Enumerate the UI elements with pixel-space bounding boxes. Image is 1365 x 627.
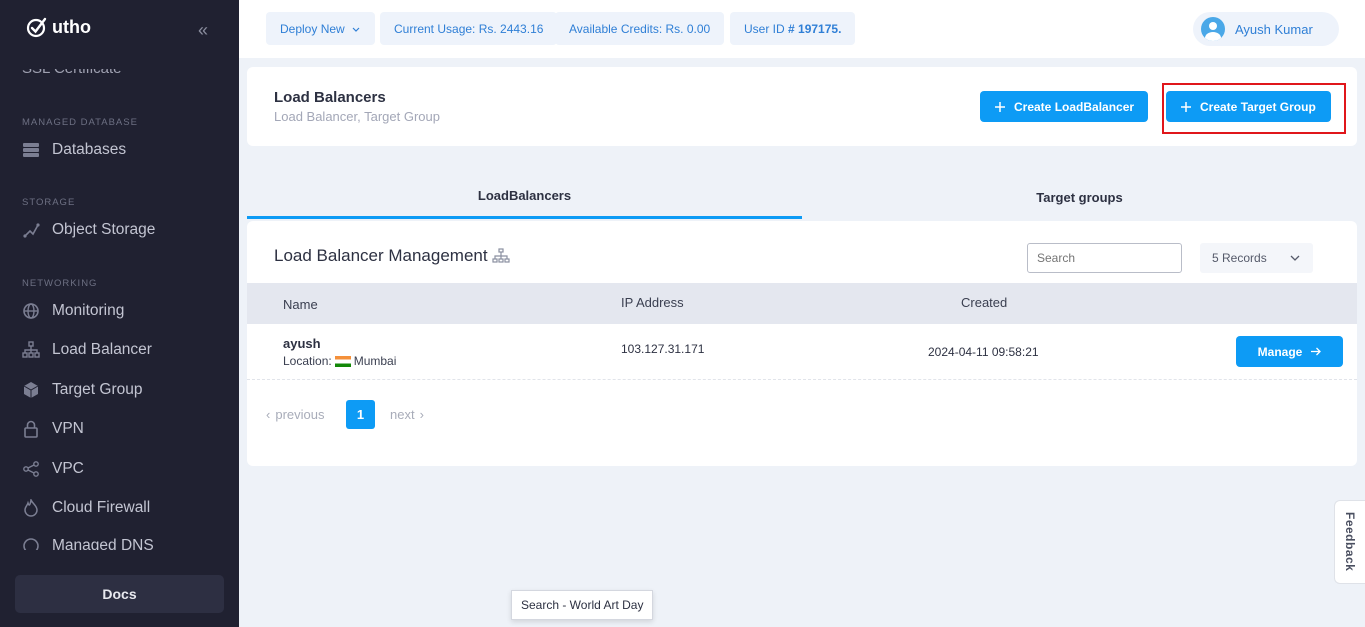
location-value: Mumbai xyxy=(353,354,397,368)
brand-logo[interactable]: utho xyxy=(26,16,91,38)
avatar xyxy=(1201,17,1225,41)
sidebar-item-vpn[interactable]: VPN xyxy=(22,418,84,440)
sidebar-item-target-group[interactable]: Target Group xyxy=(22,379,142,401)
pagination-next[interactable]: next › xyxy=(390,400,424,429)
lb-location: Location: Mumbai xyxy=(283,354,396,368)
globe-icon xyxy=(22,302,40,320)
user-name: Ayush Kumar xyxy=(1235,21,1313,37)
cube-icon xyxy=(22,381,40,399)
sidebar-item-label: VPN xyxy=(52,420,84,437)
table-header: Name IP Address Created xyxy=(247,283,1357,324)
india-flag-icon xyxy=(334,355,351,367)
topbar: Deploy New Current Usage: Rs. 2443.16 Av… xyxy=(239,0,1365,58)
lock-icon xyxy=(22,420,40,438)
available-credits-label: Available Credits: Rs. 0.00 xyxy=(569,21,711,36)
lb-created-date: 2024-04-11 09:58:21 xyxy=(928,345,1039,359)
sidebar-item-ssl-certificate[interactable]: SSL Certificate xyxy=(22,69,122,77)
chevron-down-icon xyxy=(1290,255,1300,261)
create-loadbalancer-label: Create LoadBalancer xyxy=(1014,99,1135,114)
deploy-new-dropdown[interactable]: Deploy New xyxy=(266,12,375,45)
column-header-ip-address: IP Address xyxy=(621,295,684,310)
sidebar-item-label: Databases xyxy=(52,141,127,158)
network-tree-icon xyxy=(491,248,510,263)
sidebar-item-object-storage[interactable]: Object Storage xyxy=(22,219,155,241)
chevron-left-icon: ‹ xyxy=(266,407,271,422)
user-id-value: # 197175. xyxy=(788,21,842,36)
sidebar-item-label: Target Group xyxy=(52,381,143,398)
feedback-label: Feedback xyxy=(1343,512,1357,572)
current-usage-label: Current Usage: Rs. 2443.16 xyxy=(394,21,544,36)
records-per-page-select[interactable]: 5 Records xyxy=(1200,243,1313,273)
sidebar-item-label: Monitoring xyxy=(52,302,125,319)
sidebar-item-managed-dns[interactable]: Managed DNS xyxy=(22,537,154,550)
brand-name: utho xyxy=(52,16,91,37)
sidebar-item-load-balancer[interactable]: Load Balancer xyxy=(22,339,152,361)
plus-icon xyxy=(1181,101,1191,112)
sidebar-item-label: Cloud Firewall xyxy=(52,499,151,516)
sidebar-item-vpc[interactable]: VPC xyxy=(22,458,84,480)
pagination-previous[interactable]: ‹ previous xyxy=(266,400,324,429)
plus-icon xyxy=(995,101,1005,112)
manage-button[interactable]: Manage xyxy=(1236,336,1343,367)
sidebar: utho « SSL Certificate MANAGED DATABASE … xyxy=(0,0,239,627)
docs-button[interactable]: Docs xyxy=(15,575,224,613)
table-row: ayush Location: Mumbai 103.127.31.171 20… xyxy=(247,324,1357,380)
utho-logo-icon xyxy=(26,17,47,38)
column-header-created: Created xyxy=(961,295,1008,310)
sidebar-item-label: VPC xyxy=(52,460,84,477)
previous-label: previous xyxy=(275,407,325,422)
user-id-chip: User ID # 197175. xyxy=(730,12,856,45)
available-credits-chip: Available Credits: Rs. 0.00 xyxy=(555,12,725,45)
sidebar-item-label: Object Storage xyxy=(52,221,156,238)
browser-tooltip: Search - World Art Day xyxy=(511,590,654,620)
database-icon xyxy=(22,141,40,159)
section-title: Load Balancer Management xyxy=(274,246,510,266)
tab-target-groups[interactable]: Target groups xyxy=(802,175,1357,219)
records-label: 5 Records xyxy=(1212,251,1267,265)
network-tree-icon xyxy=(22,341,40,359)
arrow-right-icon xyxy=(1311,347,1322,356)
load-balancer-table-card: Load Balancer Management 5 Records Name … xyxy=(247,221,1357,466)
lb-name[interactable]: ayush xyxy=(283,336,321,351)
manage-label: Manage xyxy=(1257,344,1303,359)
dns-icon xyxy=(22,537,40,550)
section-storage: STORAGE xyxy=(22,197,76,208)
sidebar-item-monitoring[interactable]: Monitoring xyxy=(22,300,124,322)
feedback-tab[interactable]: Feedback xyxy=(1334,500,1365,584)
next-label: next xyxy=(390,407,415,422)
create-target-group-button[interactable]: Create Target Group xyxy=(1166,91,1331,122)
tab-label: LoadBalancers xyxy=(477,188,572,203)
sidebar-item-label: Managed DNS xyxy=(52,537,154,550)
tab-loadbalancers[interactable]: LoadBalancers xyxy=(247,175,802,219)
flame-icon xyxy=(22,499,40,517)
section-title-text: Load Balancer Management xyxy=(274,246,488,265)
chevron-down-icon xyxy=(352,27,360,32)
share-nodes-icon xyxy=(22,460,40,478)
page-header-card: Load Balancers Load Balancer, Target Gro… xyxy=(247,67,1357,146)
column-header-name: Name xyxy=(283,297,318,312)
chevron-right-icon: › xyxy=(419,407,424,422)
create-loadbalancer-button[interactable]: Create LoadBalancer xyxy=(980,91,1149,122)
pagination-page-1[interactable]: 1 xyxy=(346,400,375,429)
create-target-group-label: Create Target Group xyxy=(1200,99,1316,114)
search-input[interactable] xyxy=(1027,243,1182,273)
sidebar-item-cloud-firewall[interactable]: Cloud Firewall xyxy=(22,497,150,519)
location-label: Location: xyxy=(283,354,332,368)
sidebar-item-label: Load Balancer xyxy=(52,341,152,358)
section-networking: NETWORKING xyxy=(22,278,98,289)
deploy-new-label: Deploy New xyxy=(280,21,345,36)
lb-ip-address: 103.127.31.171 xyxy=(621,342,705,356)
user-id-prefix: User ID xyxy=(744,21,789,36)
user-menu[interactable]: Ayush Kumar xyxy=(1193,12,1339,46)
page-subtitle: Load Balancer, Target Group xyxy=(274,109,440,124)
tab-label: Target groups xyxy=(1036,189,1123,205)
section-managed-database: MANAGED DATABASE xyxy=(22,117,138,128)
object-storage-icon xyxy=(22,221,40,239)
sidebar-item-databases[interactable]: Databases xyxy=(22,139,126,161)
current-usage-chip: Current Usage: Rs. 2443.16 xyxy=(380,12,558,45)
page-title: Load Balancers xyxy=(274,89,386,106)
collapse-sidebar-icon[interactable]: « xyxy=(198,20,208,41)
